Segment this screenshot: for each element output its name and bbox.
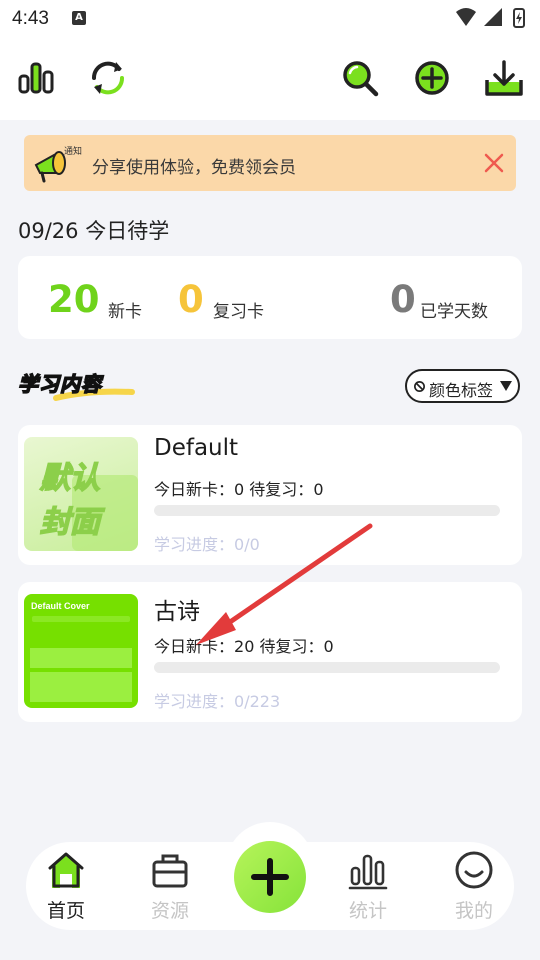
today-new-label: 今日新卡：: [154, 637, 235, 656]
review-value: 0: [323, 637, 334, 656]
color-tag-filter[interactable]: 颜色标签: [405, 369, 520, 403]
banner-text: 分享使用体验，免费领会员: [92, 158, 296, 178]
deck-title: 古诗: [154, 599, 200, 625]
today-new-label: 今日新卡：: [154, 480, 235, 499]
progress-label: 学习进度：: [154, 535, 235, 554]
deck-title: Default: [154, 435, 239, 461]
search-icon[interactable]: [338, 56, 382, 100]
nav-home-label: 首页: [46, 900, 85, 922]
home-icon: [48, 852, 84, 888]
deck-counts: 今日新卡：20 待复习：0: [154, 633, 334, 657]
briefcase-icon: [152, 854, 188, 888]
top-toolbar: [0, 38, 540, 120]
add-circle-icon[interactable]: [410, 56, 454, 100]
deck-progress-bar: [154, 505, 500, 516]
deck-progress-text: 学习进度：0/0: [154, 531, 260, 555]
nav-mine-label: 我的: [454, 900, 493, 922]
today-date: 09/26: [18, 219, 79, 243]
promo-banner[interactable]: 通知 分享使用体验，免费领会员: [24, 135, 516, 191]
close-icon[interactable]: [482, 151, 506, 175]
today-stats-card: 20 新卡 0 复习卡 0 已学天数: [18, 256, 522, 339]
download-icon[interactable]: [482, 56, 526, 100]
cover-block: [30, 648, 132, 668]
cover-line: [32, 616, 130, 622]
deck-card-gushi[interactable]: Default Cover 古诗 今日新卡：20 待复习：0 学习进度：0/22…: [18, 582, 522, 722]
progress-value: 0/223: [234, 692, 281, 711]
nav-resources[interactable]: 资源: [130, 850, 210, 926]
study-days-label: 已学天数: [420, 302, 488, 322]
deck-card-default[interactable]: 默认 封面 Default 今日新卡：0 待复习：0 学习进度：0/0: [18, 425, 522, 565]
deck-progress-bar: [154, 662, 500, 673]
deck-counts: 今日新卡：0 待复习：0: [154, 476, 324, 500]
progress-value: 0/0: [234, 535, 260, 554]
study-days-count: 0: [390, 278, 416, 321]
add-fab-button[interactable]: [234, 841, 306, 913]
nav-resources-label: 资源: [150, 900, 189, 922]
new-card-count: 20: [48, 278, 100, 321]
cover-title: Default Cover: [31, 601, 90, 611]
smile-icon: [455, 851, 493, 889]
new-card-label: 新卡: [108, 302, 142, 322]
review-label: 待复习：: [249, 480, 314, 499]
status-time: 4:43: [12, 8, 49, 29]
review-card-label: 复习卡: [213, 302, 264, 322]
color-tag-label: 颜色标签: [429, 381, 494, 400]
today-title: 今日待学: [85, 219, 170, 243]
nav-stats-label: 统计: [348, 900, 387, 922]
plus-icon: [251, 858, 289, 896]
tag-blocked-icon: [414, 381, 425, 392]
nav-mine[interactable]: 我的: [434, 850, 514, 926]
deck-cover-image: Default Cover: [24, 594, 138, 708]
dropdown-triangle-icon: [500, 381, 512, 391]
cover-block: [30, 672, 132, 702]
review-value: 0: [313, 480, 324, 499]
status-icons: [456, 8, 525, 28]
section-title: 学习内容: [17, 368, 135, 401]
today-new-value: 20: [234, 637, 255, 656]
banner-badge: 通知: [64, 147, 83, 157]
section-title-text: 学习内容: [17, 371, 102, 397]
stats-icon: [348, 854, 388, 890]
review-label: 待复习：: [259, 637, 324, 656]
today-new-value: 0: [234, 480, 245, 499]
deck-progress-text: 学习进度：0/223: [154, 688, 280, 712]
progress-label: 学习进度：: [154, 692, 235, 711]
nav-stats[interactable]: 统计: [328, 850, 408, 926]
notification-icon: A: [72, 11, 86, 25]
signal-icon: [484, 8, 502, 26]
today-heading: 09/26 今日待学: [18, 215, 169, 245]
sync-icon[interactable]: [86, 56, 130, 100]
status-bar: 4:43 A: [0, 0, 540, 38]
wifi-icon: [456, 8, 476, 26]
cover-text-line1: 默认: [39, 460, 101, 497]
cover-text-line2: 封面: [39, 504, 101, 541]
deck-cover-image: 默认 封面: [24, 437, 138, 551]
review-card-count: 0: [178, 278, 204, 321]
bar-chart-icon[interactable]: [14, 56, 58, 100]
nav-home[interactable]: 首页: [26, 850, 106, 926]
